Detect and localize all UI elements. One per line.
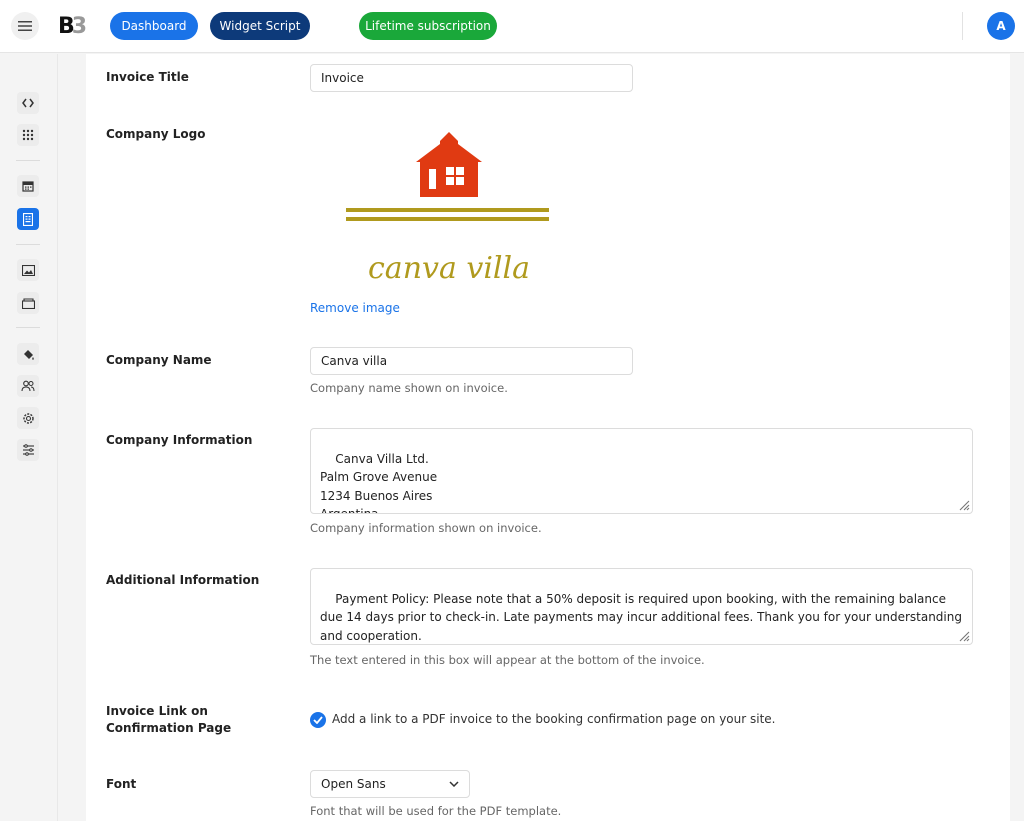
resize-handle-icon [959,500,970,511]
invoice-link-checkbox-label[interactable]: Add a link to a PDF invoice to the booki… [332,712,775,726]
logo-wordmark: canva villa [368,251,530,286]
calendar-icon[interactable] [17,175,39,197]
remove-image-link[interactable]: Remove image [310,301,400,315]
image-icon[interactable] [17,259,39,281]
additional-information-textarea[interactable]: Payment Policy: Please note that a 50% d… [310,568,973,645]
lifetime-subscription-button[interactable]: Lifetime subscription [359,12,497,40]
invoice-icon[interactable] [17,208,39,230]
invoice-title-input[interactable]: Invoice [310,64,633,92]
app-logo[interactable]: B3 [58,14,87,39]
sidebar-divider [16,160,40,161]
company-information-text: Canva Villa Ltd. Palm Grove Avenue 1234 … [320,451,438,514]
sidebar [0,54,58,821]
divider [962,12,963,40]
widget-script-button[interactable]: Widget Script [210,12,310,40]
sidebar-divider [16,244,40,245]
additional-information-text: Payment Policy: Please note that a 50% d… [320,591,966,643]
font-help: Font that will be used for the PDF templ… [310,804,562,818]
code-icon[interactable] [17,92,39,114]
company-logo-image: canva villa [344,132,554,292]
invoice-title-label: Invoice Title [106,70,189,84]
invoice-settings-form: Invoice Title Invoice Company Logo canva… [86,54,1010,821]
company-information-textarea[interactable]: Canva Villa Ltd. Palm Grove Avenue 1234 … [310,428,973,514]
additional-information-help: The text entered in this box will appear… [310,653,705,667]
sliders-icon[interactable] [17,439,39,461]
resize-handle-icon [959,631,970,642]
sidebar-divider [16,327,40,328]
hamburger-menu-icon[interactable] [11,12,39,40]
grid-icon[interactable] [17,124,39,146]
company-name-input[interactable]: Canva villa [310,347,633,375]
company-name-label: Company Name [106,353,212,367]
font-select-value: Open Sans [321,777,386,791]
users-icon[interactable] [17,375,39,397]
font-label: Font [106,777,137,791]
top-bar: B3 Dashboard Widget Script Lifetime subs… [0,0,1024,53]
house-roof [416,132,482,162]
paint-bucket-icon[interactable] [17,343,39,365]
invoice-link-label: Invoice Link on Confirmation Page [106,704,232,735]
dashboard-button[interactable]: Dashboard [110,12,198,40]
folder-icon[interactable] [17,292,39,314]
company-logo-label: Company Logo [106,127,206,141]
additional-information-label: Additional Information [106,573,260,587]
user-avatar[interactable]: A [987,12,1015,40]
company-name-help: Company name shown on invoice. [310,381,508,395]
font-select[interactable]: Open Sans [310,770,470,798]
invoice-link-checkbox[interactable] [310,712,326,728]
company-information-help: Company information shown on invoice. [310,521,542,535]
company-information-label: Company Information [106,433,253,447]
checkmark-icon [313,716,323,724]
gear-icon[interactable] [17,407,39,429]
chevron-down-icon [449,781,459,787]
